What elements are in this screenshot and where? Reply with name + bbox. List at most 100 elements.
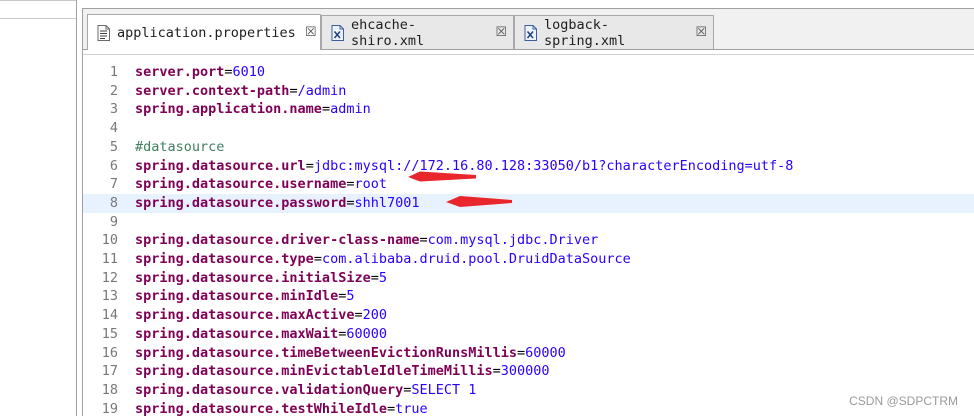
tab-logback-spring-xml[interactable]: logback-spring.xml ☒ [514,15,714,49]
property-key: spring.datasource.minEvictableIdleTimeMi… [135,363,493,380]
property-key: spring.datasource.url [135,157,306,174]
code-editor[interactable]: 1 server.port=6010 2 server.context-path=/a… [83,54,974,417]
code-text: server.context-path=/admin [135,82,346,101]
equals-sign: = [386,400,396,417]
code-line[interactable]: 13 spring.datasource.minIdle=5 [83,287,974,306]
line-number: 8 [109,194,118,211]
watermark: CSDN @SDPCTRM [849,394,958,408]
code-line[interactable]: 10 spring.datasource.driver-class-name=co… [83,231,974,250]
line-number: 19 [101,400,118,417]
property-value: 300000 [500,363,550,380]
code-text: spring.datasource.initialSize=5 [135,269,387,288]
close-icon[interactable]: ☒ [305,25,317,40]
code-line[interactable]: 18 spring.datasource.validationQuery=SELE… [83,381,974,400]
code-text: spring.datasource.username=root [135,175,387,194]
xml-file-icon [331,24,344,41]
property-value: 6010 [232,64,266,80]
property-value: admin [330,101,371,118]
property-value: shhl7001 [354,194,420,211]
property-key: spring.datasource.minIdle [135,288,339,305]
line-number: 5 [109,138,118,155]
property-key: server.port [135,64,225,80]
line-number: 9 [109,213,118,230]
property-key: spring.datasource.password [135,194,347,211]
code-line[interactable]: 6 spring.datasource.url=jdbc:mysql://172.… [83,157,974,176]
property-value: root [354,176,387,193]
line-number: 6 [109,157,118,174]
code-line[interactable]: 11 spring.datasource.type=com.alibaba.dru… [83,250,974,269]
line-number: 3 [109,101,118,118]
code-line[interactable]: 8 spring.datasource.password=shhl7001 [83,193,974,213]
code-line[interactable]: 19 spring.datasource.testWhileIdle=true [83,400,974,418]
equals-sign: = [224,64,233,80]
property-key: spring.datasource.timeBetweenEvictionRun… [135,344,518,361]
line-number: 16 [101,344,118,361]
equals-sign: = [517,344,526,361]
code-text: spring.datasource.minEvictableIdleTimeMi… [135,362,550,381]
code-line[interactable]: 16 spring.datasource.timeBetweenEvictionR… [83,344,974,363]
property-value: 5 [378,269,387,286]
property-value: true [395,400,428,417]
property-value: 60000 [525,344,566,361]
property-key: spring.datasource.type [135,251,314,267]
code-line[interactable]: 14 spring.datasource.maxActive=200 [83,306,974,325]
code-line[interactable]: 12 spring.datasource.initialSize=5 [83,269,974,288]
property-value: /admin [297,82,347,99]
tab-ehcache-shiro-xml[interactable]: ehcache-shiro.xml ☒ [321,15,514,49]
property-value: com.mysql.jdbc.Driver [427,232,599,249]
close-icon[interactable]: ☒ [495,25,507,40]
code-line[interactable]: 17 spring.datasource.minEvictableIdleTime… [83,362,974,381]
property-key: spring.datasource.maxWait [135,325,339,342]
equals-sign: = [492,363,501,380]
code-text: spring.datasource.minIdle=5 [135,287,354,306]
left-panel-divider [0,18,76,19]
property-key: spring.datasource.username [135,176,347,193]
tab-label: application.properties [117,24,296,41]
equals-sign: = [419,232,428,249]
code-text: server.port=6010 [135,63,265,82]
close-icon[interactable]: ☒ [695,25,707,40]
tab-label: logback-spring.xml [544,16,626,49]
property-key: spring.application.name [135,101,322,118]
code-line[interactable]: 3 spring.application.name=admin [83,100,974,119]
line-number: 2 [109,82,118,99]
property-key: spring.datasource.testWhileIdle [135,400,387,417]
code-text: spring.datasource.password=shhl7001 [135,194,420,213]
property-value: 5 [346,288,355,305]
code-line[interactable]: 4 [83,119,974,138]
line-number: 12 [101,269,118,286]
code-text: spring.datasource.type=com.alibaba.druid… [135,250,631,269]
equals-sign: = [289,82,298,99]
code-line[interactable]: 9 [83,213,974,232]
code-text: spring.datasource.driver-class-name=com.… [135,231,598,250]
line-number: 1 [109,64,118,80]
property-value: jdbc:mysql://172.16.80.128:33050/b1?char… [313,157,794,174]
line-number: 17 [101,363,118,380]
property-key: spring.datasource.driver-class-name [135,232,420,249]
equals-sign: = [321,101,331,118]
code-line[interactable]: 1 server.port=6010 [83,63,974,82]
code-line[interactable]: 7 spring.datasource.username=root [83,175,974,194]
equals-sign: = [354,307,363,324]
equals-sign: = [305,157,314,174]
code-text: spring.datasource.validationQuery=SELECT… [135,381,476,400]
line-number: 18 [101,381,118,398]
equals-sign: = [313,251,322,267]
code-text: spring.datasource.maxActive=200 [135,306,387,325]
line-number: 15 [101,325,118,342]
tab-application-properties[interactable]: application.properties ☒ [87,14,321,50]
properties-file-icon [97,24,110,41]
code-line[interactable]: 2 server.context-path=/admin [83,82,974,101]
code-text: spring.datasource.timeBetweenEvictionRun… [135,344,566,363]
equals-sign: = [370,269,379,286]
line-number: 10 [101,232,118,249]
comment-text: #datasource [135,138,225,155]
code-line[interactable]: 15 spring.datasource.maxWait=60000 [83,325,974,344]
property-value: com.alibaba.druid.pool.DruidDataSource [321,251,631,267]
property-key: server.context-path [135,82,290,99]
xml-file-icon [524,24,537,41]
line-number: 7 [109,176,118,193]
line-number: 4 [109,120,118,137]
code-line[interactable]: 5 #datasource [83,138,974,157]
left-panel-divider [0,0,76,1]
